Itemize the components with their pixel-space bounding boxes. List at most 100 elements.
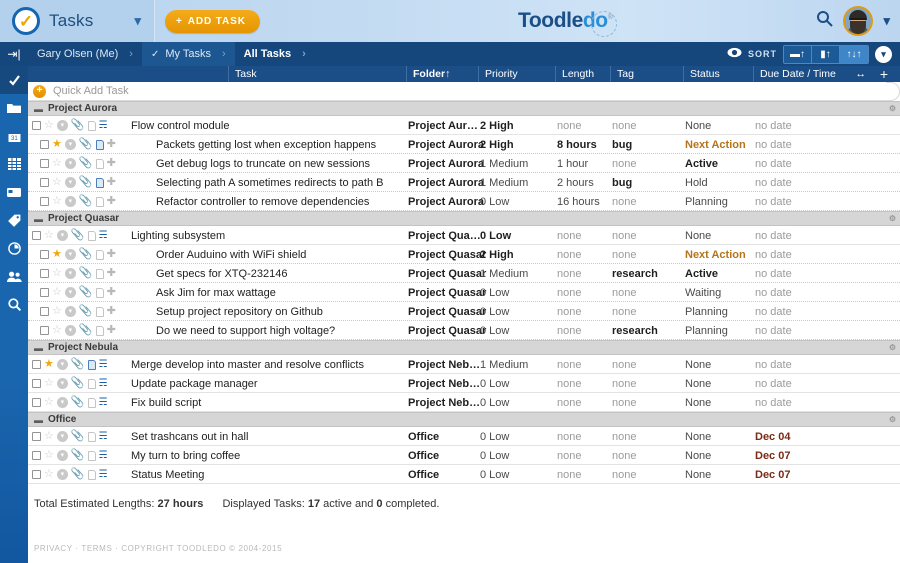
due-date-cell[interactable]: Dec 04 xyxy=(755,427,790,446)
task-name[interactable]: Packets getting lost when exception happ… xyxy=(156,135,376,154)
folder-cell[interactable]: Project Aurora xyxy=(408,154,484,173)
status-cell[interactable]: None xyxy=(685,446,711,465)
table-row[interactable]: ☆ ▾ 📎 ☴ Lighting subsystem Project Qua… 0 Low n… xyxy=(28,226,900,245)
quick-add-input[interactable]: Quick Add Task xyxy=(53,85,129,97)
breadcrumb-item-gary-olsen-me[interactable]: Gary Olsen (Me) › xyxy=(28,42,142,66)
subtask-tree-icon[interactable]: ☴ xyxy=(99,469,108,480)
task-name[interactable]: Order Auduino with WiFi shield xyxy=(156,245,306,264)
star-icon[interactable]: ☆ xyxy=(44,397,54,408)
task-name[interactable]: Status Meeting xyxy=(131,465,204,484)
star-icon[interactable]: ☆ xyxy=(52,196,62,207)
folder-cell[interactable]: Project Qua… xyxy=(408,226,481,245)
priority-cell[interactable]: 2 High xyxy=(480,135,514,154)
table-row[interactable]: ☆ ▾ 📎 ✚ Selecting path A sometimes redirects… xyxy=(28,173,900,192)
due-date-cell[interactable]: no date xyxy=(755,192,792,211)
folder-cell[interactable]: Office xyxy=(408,465,439,484)
task-name[interactable]: Get debug logs to truncate on new sessio… xyxy=(156,154,370,173)
table-row[interactable]: ★ ▾ 📎 ☴ Merge develop into master and resolv… xyxy=(28,355,900,374)
table-row[interactable]: ☆ ▾ 📎 ✚ Do we need to support high voltage? P… xyxy=(28,321,900,340)
subtask-tree-icon[interactable]: ☴ xyxy=(99,397,108,408)
length-cell[interactable]: none xyxy=(557,446,581,465)
attachment-icon[interactable]: 📎 xyxy=(71,397,85,408)
task-name[interactable]: Update package manager xyxy=(131,374,258,393)
folder-cell[interactable]: Project Quasar xyxy=(408,245,486,264)
attachment-icon[interactable]: 📎 xyxy=(71,359,85,370)
table-row[interactable]: ☆ ▾ 📎 ☴ Fix build script Project Neb… 0 Low non… xyxy=(28,393,900,412)
group-header[interactable]: ▬ Project Quasar ⚙ xyxy=(28,211,900,226)
length-cell[interactable]: none xyxy=(557,393,581,412)
task-checkbox[interactable] xyxy=(32,398,41,407)
star-icon[interactable]: ☆ xyxy=(44,469,54,480)
column-header-length[interactable]: Length xyxy=(555,66,594,82)
column-header-due-date-time[interactable]: Due Date / Time xyxy=(753,66,836,82)
tag-cell[interactable]: none xyxy=(612,245,636,264)
chevron-down-icon[interactable]: ▾ xyxy=(64,325,76,336)
subtask-tree-icon[interactable]: ☴ xyxy=(99,230,108,241)
collapse-panel-icon[interactable]: ⇥| xyxy=(0,47,28,61)
table-row[interactable]: ☆ ▾ 📎 ☴ My turn to bring coffee Office 0 Low no… xyxy=(28,446,900,465)
status-cell[interactable]: Hold xyxy=(685,173,708,192)
attachment-icon[interactable]: 📎 xyxy=(71,120,85,131)
note-icon[interactable] xyxy=(87,120,96,131)
task-checkbox[interactable] xyxy=(40,250,49,259)
chevron-down-icon[interactable]: ▾ xyxy=(134,13,141,29)
note-icon[interactable] xyxy=(95,158,104,169)
chevron-down-icon[interactable]: ▾ xyxy=(56,359,68,370)
group-header[interactable]: ▬ Office ⚙ xyxy=(28,412,900,427)
column-header-task[interactable]: Task xyxy=(228,66,257,82)
sidebar-item-search[interactable] xyxy=(0,290,28,318)
due-date-cell[interactable]: no date xyxy=(755,116,792,135)
task-checkbox[interactable] xyxy=(40,197,49,206)
tag-cell[interactable]: none xyxy=(612,465,636,484)
due-date-cell[interactable]: Dec 07 xyxy=(755,446,790,465)
task-name[interactable]: Do we need to support high voltage? xyxy=(156,321,335,340)
drag-handle-icon[interactable]: ✚ xyxy=(107,287,116,298)
star-icon[interactable]: ☆ xyxy=(44,431,54,442)
folder-cell[interactable]: Project Aur… xyxy=(408,116,478,135)
chevron-down-icon[interactable]: ▾ xyxy=(64,177,76,188)
chevron-down-icon[interactable]: ▾ xyxy=(56,431,68,442)
task-checkbox[interactable] xyxy=(40,269,49,278)
chevron-down-icon[interactable]: ▾ xyxy=(56,450,68,461)
priority-cell[interactable]: 0 Low xyxy=(480,302,509,321)
due-date-cell[interactable]: no date xyxy=(755,173,792,192)
length-cell[interactable]: 16 hours xyxy=(557,192,600,211)
tag-cell[interactable]: none xyxy=(612,154,636,173)
task-name[interactable]: Merge develop into master and resolve co… xyxy=(131,355,364,374)
breadcrumb-item-my-tasks[interactable]: ✓ My Tasks › xyxy=(141,42,235,66)
due-date-cell[interactable]: no date xyxy=(755,393,792,412)
account-menu-chevron-down-icon[interactable]: ▾ xyxy=(883,13,890,29)
tag-cell[interactable]: none xyxy=(612,116,636,135)
task-name[interactable]: Setup project repository on Github xyxy=(156,302,323,321)
chevron-down-icon[interactable]: ▾ xyxy=(64,287,76,298)
chevron-down-icon[interactable]: ▾ xyxy=(64,139,76,150)
status-cell[interactable]: None xyxy=(685,374,711,393)
task-checkbox[interactable] xyxy=(32,470,41,479)
tag-cell[interactable]: bug xyxy=(612,135,632,154)
length-cell[interactable]: 8 hours xyxy=(557,135,597,154)
tag-cell[interactable]: none xyxy=(612,192,636,211)
attachment-icon[interactable]: 📎 xyxy=(71,230,85,241)
task-name[interactable]: Refactor controller to remove dependenci… xyxy=(156,192,369,211)
sidebar-item-tags[interactable] xyxy=(0,206,28,234)
drag-handle-icon[interactable]: ✚ xyxy=(107,139,116,150)
sidebar-item-tasks[interactable] xyxy=(0,66,28,94)
folder-cell[interactable]: Project Quasar xyxy=(408,302,486,321)
task-checkbox[interactable] xyxy=(40,178,49,187)
subtask-tree-icon[interactable]: ☴ xyxy=(99,378,108,389)
gear-icon[interactable]: ⚙ xyxy=(889,343,896,352)
drag-handle-icon[interactable]: ✚ xyxy=(107,325,116,336)
due-date-cell[interactable]: no date xyxy=(755,283,792,302)
due-date-cell[interactable]: no date xyxy=(755,245,792,264)
due-date-cell[interactable]: no date xyxy=(755,226,792,245)
sidebar-item-contacts[interactable] xyxy=(0,262,28,290)
sort-by-folder-button[interactable]: ▬↑ xyxy=(784,45,812,63)
note-icon[interactable] xyxy=(87,230,96,241)
status-cell[interactable]: None xyxy=(685,427,711,446)
column-header-tag[interactable]: Tag xyxy=(610,66,634,82)
chevron-down-icon[interactable]: ▾ xyxy=(64,249,76,260)
search-icon[interactable] xyxy=(816,10,834,32)
gear-icon[interactable]: ⚙ xyxy=(889,415,896,424)
length-cell[interactable]: none xyxy=(557,355,581,374)
task-checkbox[interactable] xyxy=(32,379,41,388)
